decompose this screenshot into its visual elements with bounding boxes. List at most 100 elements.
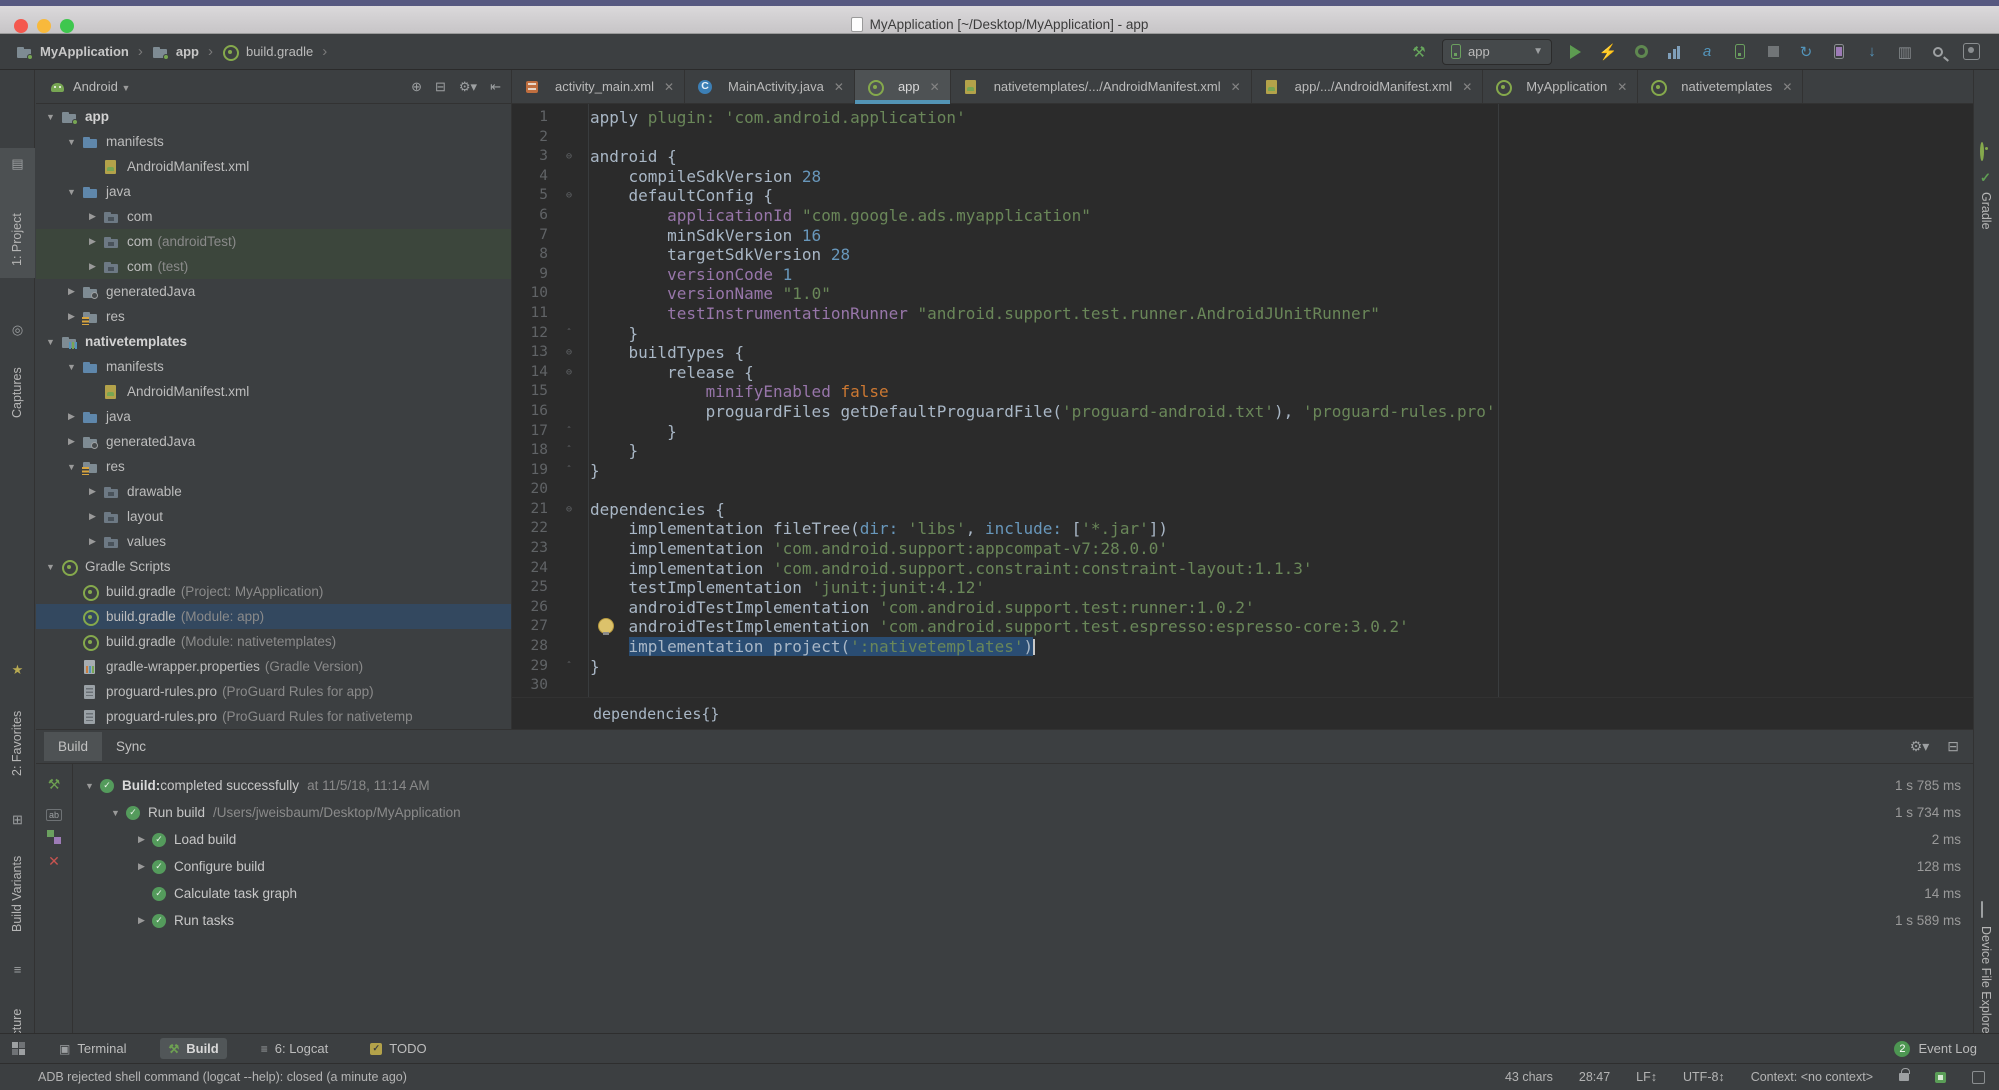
tab-mainactivity-java[interactable]: MainActivity.java ✕	[685, 70, 855, 103]
tab-nativetemplates[interactable]: nativetemplates ✕	[1638, 70, 1804, 103]
tab-activity-main-xml[interactable]: activity_main.xml ✕	[512, 70, 686, 103]
tree-row[interactable]: ▶ layout	[36, 504, 511, 529]
breadcrumb-file[interactable]: build.gradle	[222, 44, 313, 61]
avatar[interactable]	[1961, 42, 1981, 62]
line-separator[interactable]: LF↕	[1636, 1070, 1657, 1084]
fold-marker[interactable]: ˆ	[548, 657, 590, 677]
run-on-device-button[interactable]	[1730, 42, 1750, 62]
sync-gradle-button[interactable]: ↻	[1796, 42, 1816, 62]
close-icon[interactable]: ✕	[1462, 80, 1472, 94]
lock-icon[interactable]	[1899, 1068, 1910, 1081]
code-lines[interactable]: 1 apply plugin: 'com.android.application'…	[512, 104, 1973, 696]
window-switcher-icon[interactable]	[12, 1042, 25, 1055]
tree-row[interactable]: ▼ nativetemplates	[36, 329, 511, 354]
tree-row[interactable]: ▶ com (test)	[36, 254, 511, 279]
build-expand-arrow[interactable]: ▼	[109, 808, 122, 818]
device-file-explorer-tab[interactable]: Device File Explorer	[1979, 926, 1993, 1038]
code-line[interactable]: 2	[512, 128, 1973, 148]
tree-row[interactable]: ▶ com	[36, 204, 511, 229]
sidebar-item----project[interactable]: 1: Project	[10, 213, 24, 266]
tree-row[interactable]: ▶ java	[36, 404, 511, 429]
build-output-row[interactable]: ▼ ✓ Run build/Users/jweisbaum/Desktop/MyAp…	[73, 799, 1973, 826]
code-line[interactable]: 21 ⊖ dependencies {	[512, 500, 1973, 520]
code-line[interactable]: 13 ⊖ buildTypes {	[512, 343, 1973, 363]
fold-marker[interactable]: ⊖	[548, 343, 590, 363]
search-everywhere-button[interactable]	[1928, 42, 1948, 62]
tree-row[interactable]: ▼ res	[36, 454, 511, 479]
fold-marker[interactable]: ⊖	[548, 500, 590, 520]
tree-row[interactable]: ▶ drawable	[36, 479, 511, 504]
code-line[interactable]: 25 testImplementation 'junit:junit:4.12'	[512, 578, 1973, 598]
code-line[interactable]: 15 minifyEnabled false	[512, 382, 1973, 402]
close-icon[interactable]: ✕	[664, 80, 674, 94]
tree-expand-arrow[interactable]: ▼	[44, 112, 57, 122]
locate-file-button[interactable]: ⊕	[411, 79, 422, 95]
minimize-panel-icon[interactable]: ⊟	[1947, 738, 1959, 755]
run-button[interactable]	[1565, 42, 1585, 62]
build-output-row[interactable]: ▼ ✓ Build: completed successfully at 11/5/1…	[73, 772, 1973, 799]
fold-marker[interactable]: ⊖	[548, 363, 590, 383]
sidebar-item----favorites[interactable]: 2: Favorites	[10, 711, 24, 776]
sdk-manager-button[interactable]: ↓	[1862, 42, 1882, 62]
tab-app-----androidmanifest-xml[interactable]: app/.../AndroidManifest.xml ✕	[1252, 70, 1484, 103]
fold-marker[interactable]: ⊖	[548, 186, 590, 206]
tab-nativetemplates-----androidmanifest-xml[interactable]: nativetemplates/.../AndroidManifest.xml ✕	[951, 70, 1252, 103]
breadcrumb-module[interactable]: app	[152, 44, 199, 60]
tool-button-build[interactable]: ⚒ Build	[160, 1038, 227, 1059]
tree-expand-arrow[interactable]: ▼	[44, 562, 57, 572]
file-encoding[interactable]: UTF-8↕	[1683, 1070, 1725, 1084]
build-expand-arrow[interactable]: ▶	[135, 915, 148, 926]
tree-expand-arrow[interactable]: ▼	[65, 187, 78, 197]
close-icon[interactable]: ✕	[834, 80, 844, 94]
tree-row[interactable]: proguard-rules.pro (ProGuard Rules for na…	[36, 704, 511, 729]
tree-row[interactable]: ▶ com (androidTest)	[36, 229, 511, 254]
build-output-row[interactable]: ▶ ✓ Load build 2 ms	[73, 826, 1973, 853]
indicator-icon[interactable]	[1972, 1070, 1985, 1084]
tree-row[interactable]: build.gradle (Module: nativetemplates)	[36, 629, 511, 654]
tree-expand-arrow[interactable]: ▶	[65, 411, 78, 422]
editor-breadcrumb-bar[interactable]: dependencies{}	[512, 697, 1973, 729]
code-line[interactable]: 6 applicationId "com.google.ads.myapplic…	[512, 206, 1973, 226]
fold-marker[interactable]: ˆ	[548, 324, 590, 344]
build-expand-arrow[interactable]: ▶	[135, 861, 148, 872]
tree-row[interactable]: ▼ app	[36, 104, 511, 129]
tree-expand-arrow[interactable]: ▼	[65, 137, 78, 147]
code-line[interactable]: 24 implementation 'com.android.support.c…	[512, 559, 1973, 579]
hide-panel-button[interactable]: ⇤	[490, 79, 501, 95]
tree-row[interactable]: ▼ manifests	[36, 129, 511, 154]
tree-row[interactable]: ▶ res	[36, 304, 511, 329]
code-line[interactable]: 7 minSdkVersion 16	[512, 226, 1973, 246]
fold-marker[interactable]: ˆ	[548, 422, 590, 442]
caret-position[interactable]: 28:47	[1579, 1070, 1610, 1084]
sidebar-item-build-variants[interactable]: Build Variants	[10, 856, 24, 932]
code-line[interactable]: 27 androidTestImplementation 'com.androi…	[512, 617, 1973, 637]
tree-row[interactable]: AndroidManifest.xml	[36, 154, 511, 179]
tree-expand-arrow[interactable]: ▶	[86, 536, 99, 547]
tool-button-6--logcat[interactable]: ≡ 6: Logcat	[253, 1038, 337, 1059]
selection-length[interactable]: 43 chars	[1505, 1070, 1553, 1084]
code-line[interactable]: 30	[512, 676, 1973, 696]
tree-expand-arrow[interactable]: ▶	[86, 486, 99, 497]
build-panel-tab-build[interactable]: Build	[44, 732, 103, 761]
attach-debugger-button[interactable]: a	[1697, 42, 1717, 62]
code-line[interactable]: 20	[512, 480, 1973, 500]
build-output-row[interactable]: ▶ ✓ Run tasks 1 s 589 ms	[73, 907, 1973, 934]
tree-row[interactable]: gradle-wrapper.properties (Gradle Version…	[36, 654, 511, 679]
stop-button[interactable]	[1763, 42, 1783, 62]
make-project-button[interactable]: ⚒	[1409, 42, 1429, 62]
code-line[interactable]: 19 ˆ}	[512, 461, 1973, 481]
gear-icon[interactable]: ⚙▾	[459, 79, 477, 95]
tree-row[interactable]: ▼ manifests	[36, 354, 511, 379]
fold-marker[interactable]: ˆ	[548, 441, 590, 461]
code-editor[interactable]: 1 apply plugin: 'com.android.application'…	[512, 104, 1973, 697]
highlighting-level-icon[interactable]	[1935, 1071, 1946, 1083]
profile-button[interactable]	[1664, 42, 1684, 62]
rerun-build-icon[interactable]: ⚒	[48, 776, 61, 793]
code-line[interactable]: 4 compileSdkVersion 28	[512, 167, 1973, 187]
tree-row[interactable]: ▼ java	[36, 179, 511, 204]
tree-expand-arrow[interactable]: ▶	[86, 261, 99, 272]
code-line[interactable]: 14 ⊖ release {	[512, 363, 1973, 383]
code-line[interactable]: 3 ⊖ android {	[512, 147, 1973, 167]
tree-expand-arrow[interactable]: ▶	[65, 286, 78, 297]
code-line[interactable]: 23 implementation 'com.android.support:a…	[512, 539, 1973, 559]
